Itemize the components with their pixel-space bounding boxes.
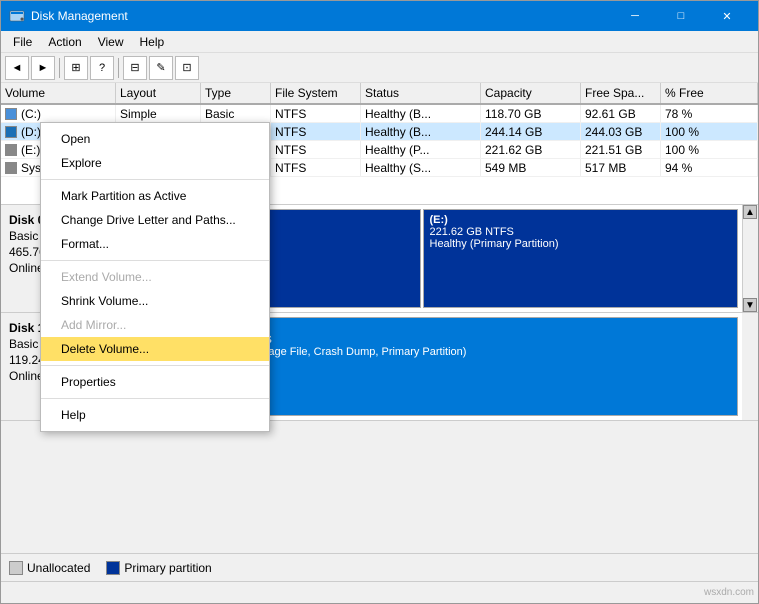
scroll-up[interactable]: ▲ [743, 205, 757, 219]
cell-type-0: Basic [201, 105, 271, 122]
cell-capacity-2: 221.62 GB [481, 141, 581, 158]
toolbar-sep-2 [118, 58, 119, 78]
ctx-change-letter[interactable]: Change Drive Letter and Paths... [41, 208, 269, 232]
disk-management-window: Disk Management ─ □ ✕ File Action View H… [0, 0, 759, 604]
d0p1-detail1: 221.62 GB NTFS [430, 226, 732, 238]
maximize-button[interactable]: □ [658, 1, 704, 31]
title-bar: Disk Management ─ □ ✕ [1, 1, 758, 31]
toolbar-minus[interactable]: ⊟ [123, 56, 147, 80]
ctx-open[interactable]: Open [41, 127, 269, 151]
disk-0-part-1[interactable]: (E:) 221.62 GB NTFS Healthy (Primary Par… [423, 209, 739, 308]
cell-free-3: 517 MB [581, 159, 661, 176]
context-menu: Open Explore Mark Partition as Active Ch… [40, 122, 270, 432]
col-pct[interactable]: % Free [661, 83, 758, 103]
status-bar: wsxdn.com [1, 581, 758, 603]
ctx-properties[interactable]: Properties [41, 370, 269, 394]
ctx-delete-volume[interactable]: Delete Volume... [41, 337, 269, 361]
window-title: Disk Management [31, 9, 128, 23]
scroll-area [743, 219, 758, 298]
scroll-down[interactable]: ▼ [743, 298, 757, 312]
cell-pct-1: 100 % [661, 123, 758, 140]
cell-status-1: Healthy (B... [361, 123, 481, 140]
cell-pct-2: 100 % [661, 141, 758, 158]
volume-icon-2 [5, 144, 17, 156]
cell-pct-3: 94 % [661, 159, 758, 176]
legend-primary: Primary partition [106, 561, 211, 575]
menu-action[interactable]: Action [40, 33, 89, 51]
col-status[interactable]: Status [361, 83, 481, 103]
cell-free-2: 221.51 GB [581, 141, 661, 158]
cell-status-2: Healthy (P... [361, 141, 481, 158]
toolbar-sep-1 [59, 58, 60, 78]
ctx-sep-2 [41, 260, 269, 261]
cell-volume-0: (C:) [1, 105, 116, 122]
ctx-extend: Extend Volume... [41, 265, 269, 289]
table-row[interactable]: (C:) Simple Basic NTFS Healthy (B... 118… [1, 105, 758, 123]
toolbar-square[interactable]: ⊡ [175, 56, 199, 80]
cell-free-0: 92.61 GB [581, 105, 661, 122]
toolbar-grid[interactable]: ⊞ [64, 56, 88, 80]
col-volume[interactable]: Volume [1, 83, 116, 103]
ctx-help[interactable]: Help [41, 403, 269, 427]
cell-free-1: 244.03 GB [581, 123, 661, 140]
ctx-shrink[interactable]: Shrink Volume... [41, 289, 269, 313]
col-type[interactable]: Type [201, 83, 271, 103]
table-header: Volume Layout Type File System Status Ca… [1, 83, 758, 105]
ctx-sep-4 [41, 398, 269, 399]
cell-fs-2: NTFS [271, 141, 361, 158]
menu-file[interactable]: File [5, 33, 40, 51]
cell-capacity-0: 118.70 GB [481, 105, 581, 122]
volume-icon-3 [5, 162, 17, 174]
ctx-explore[interactable]: Explore [41, 151, 269, 175]
toolbar-edit[interactable]: ✎ [149, 56, 173, 80]
cell-fs-1: NTFS [271, 123, 361, 140]
title-bar-left: Disk Management [9, 8, 128, 24]
cell-status-0: Healthy (B... [361, 105, 481, 122]
ctx-sep-3 [41, 365, 269, 366]
close-button[interactable]: ✕ [704, 1, 750, 31]
ctx-sep-1 [41, 179, 269, 180]
legend-primary-label: Primary partition [124, 561, 211, 575]
toolbar-back[interactable]: ◄ [5, 56, 29, 80]
menu-help[interactable]: Help [132, 33, 173, 51]
col-layout[interactable]: Layout [116, 83, 201, 103]
ctx-mark-active[interactable]: Mark Partition as Active [41, 184, 269, 208]
toolbar-forward[interactable]: ► [31, 56, 55, 80]
watermark: wsxdn.com [704, 587, 754, 598]
cell-fs-0: NTFS [271, 105, 361, 122]
scrollbar-track[interactable]: ▲ ▼ [742, 205, 758, 312]
cell-capacity-3: 549 MB [481, 159, 581, 176]
volume-icon-0 [5, 108, 17, 120]
legend-unalloc-label: Unallocated [27, 561, 90, 575]
col-capacity[interactable]: Capacity [481, 83, 581, 103]
app-icon [9, 8, 25, 24]
legend-unalloc-box [9, 561, 23, 575]
col-filesystem[interactable]: File System [271, 83, 361, 103]
title-controls: ─ □ ✕ [612, 1, 750, 31]
legend-unalloc: Unallocated [9, 561, 90, 575]
col-free[interactable]: Free Spa... [581, 83, 661, 103]
minimize-button[interactable]: ─ [612, 1, 658, 31]
scrollbar-spacer [742, 313, 758, 420]
legend-primary-box [106, 561, 120, 575]
menu-bar: File Action View Help [1, 31, 758, 53]
toolbar-help[interactable]: ? [90, 56, 114, 80]
d0p1-detail2: Healthy (Primary Partition) [430, 238, 732, 250]
toolbar: ◄ ► ⊞ ? ⊟ ✎ ⊡ [1, 53, 758, 83]
cell-fs-3: NTFS [271, 159, 361, 176]
ctx-add-mirror: Add Mirror... [41, 313, 269, 337]
legend-bar: Unallocated Primary partition [1, 553, 758, 581]
cell-layout-0: Simple [116, 105, 201, 122]
cell-capacity-1: 244.14 GB [481, 123, 581, 140]
cell-status-3: Healthy (S... [361, 159, 481, 176]
volume-icon-1 [5, 126, 17, 138]
d0p1-label: (E:) [430, 214, 732, 226]
ctx-format[interactable]: Format... [41, 232, 269, 256]
cell-pct-0: 78 % [661, 105, 758, 122]
menu-view[interactable]: View [90, 33, 132, 51]
